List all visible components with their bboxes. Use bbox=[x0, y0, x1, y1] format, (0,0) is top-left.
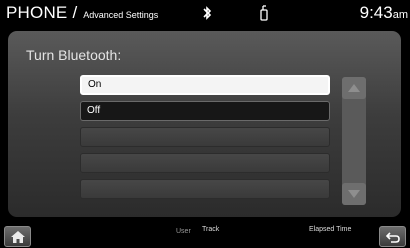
bluetooth-icon bbox=[201, 5, 213, 21]
clock-ampm: am bbox=[392, 9, 408, 21]
scrollbar[interactable] bbox=[342, 77, 366, 205]
bluetooth-settings-panel: Turn Bluetooth: On Off bbox=[8, 31, 401, 217]
home-button[interactable] bbox=[4, 226, 31, 247]
list-item-empty bbox=[80, 153, 330, 173]
clock: 9:43am bbox=[360, 3, 408, 23]
scroll-down-button[interactable] bbox=[342, 183, 366, 205]
footer-user-label: User bbox=[176, 228, 191, 235]
triangle-down-icon bbox=[348, 190, 360, 198]
option-on[interactable]: On bbox=[80, 75, 330, 95]
scroll-up-button[interactable] bbox=[342, 77, 366, 99]
app-title: PHONE bbox=[6, 3, 68, 22]
triangle-up-icon bbox=[348, 84, 360, 92]
option-off[interactable]: Off bbox=[80, 101, 330, 121]
option-on-label: On bbox=[88, 79, 102, 90]
panel-title: Turn Bluetooth: bbox=[26, 47, 122, 63]
back-arrow-icon bbox=[385, 231, 400, 243]
list-item-empty bbox=[80, 127, 330, 147]
list-item-empty bbox=[80, 179, 330, 199]
screen-subtitle: Advanced Settings bbox=[83, 10, 159, 20]
status-bar: PHONE / Advanced Settings 9:43am bbox=[0, 0, 410, 26]
back-button[interactable] bbox=[379, 226, 406, 247]
footer-elapsed-label: Elapsed Time bbox=[309, 226, 352, 233]
home-icon bbox=[10, 230, 25, 243]
footer-track-label: Track bbox=[202, 226, 220, 233]
phone-signal-icon bbox=[258, 5, 270, 21]
title-separator: / bbox=[72, 3, 78, 22]
footer-bar: User Track Elapsed Time bbox=[0, 220, 410, 248]
screen-title: PHONE / Advanced Settings bbox=[6, 3, 158, 23]
clock-time: 9:43 bbox=[359, 3, 393, 22]
option-off-label: Off bbox=[87, 105, 101, 116]
